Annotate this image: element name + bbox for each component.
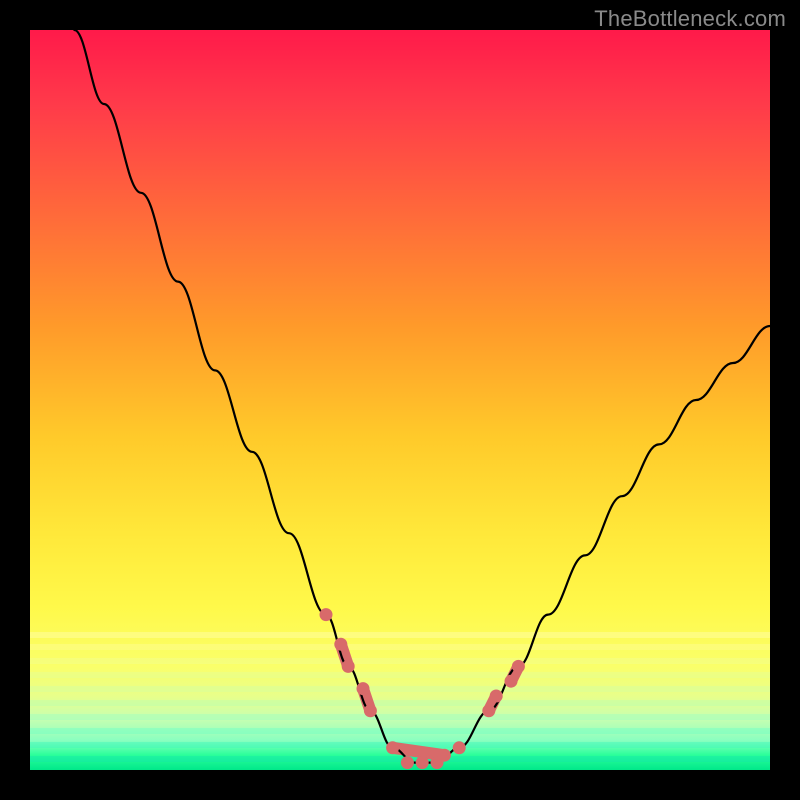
curve-svg <box>30 30 770 770</box>
marker-dot <box>401 756 414 769</box>
marker-dot <box>320 608 333 621</box>
marker-dot <box>438 749 451 762</box>
marker-dot <box>386 741 399 754</box>
marker-dots <box>320 608 525 769</box>
marker-dot <box>453 741 466 754</box>
marker-dot <box>505 675 518 688</box>
marker-dot <box>364 704 377 717</box>
marker-dot <box>334 638 347 651</box>
marker-dot <box>512 660 525 673</box>
bottleneck-curve <box>74 30 770 763</box>
marker-dot <box>416 756 429 769</box>
marker-dot <box>482 704 495 717</box>
watermark-text: TheBottleneck.com <box>594 6 786 32</box>
chart-frame: TheBottleneck.com <box>0 0 800 800</box>
marker-dot <box>490 690 503 703</box>
marker-dot <box>357 682 370 695</box>
plot-area <box>30 30 770 770</box>
marker-dot <box>342 660 355 673</box>
